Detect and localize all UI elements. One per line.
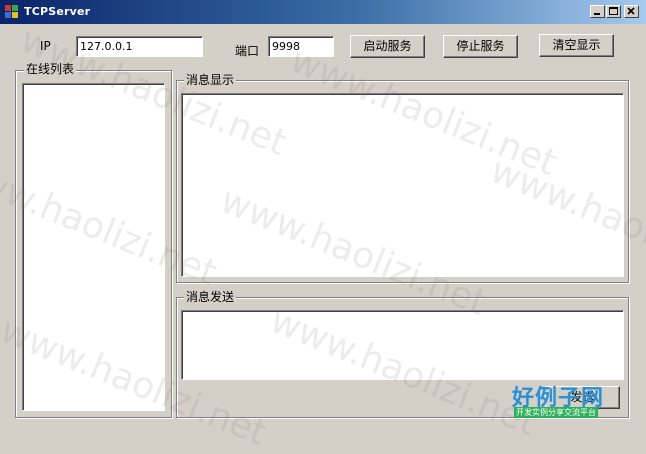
haolizi-logo: 好例子网 开发实例分享交流平台 <box>512 380 620 420</box>
close-button[interactable] <box>624 5 639 18</box>
message-display-legend: 消息显示 <box>184 73 237 87</box>
online-list-legend: 在线列表 <box>24 62 77 76</box>
message-send-legend: 消息发送 <box>184 290 237 304</box>
minimize-icon <box>594 13 600 15</box>
logo-subtitle: 开发实例分享交流平台 <box>514 407 598 418</box>
clear-display-button[interactable]: 清空显示 <box>539 34 614 57</box>
app-icon <box>5 5 18 18</box>
title-bar: TCPServer <box>0 0 646 24</box>
message-send-input[interactable] <box>181 310 624 380</box>
window-title: TCPServer <box>24 5 91 18</box>
online-list-box[interactable] <box>22 83 165 411</box>
port-input[interactable] <box>268 36 334 57</box>
close-icon <box>627 7 635 15</box>
ip-label: IP <box>40 39 51 53</box>
minimize-button[interactable] <box>590 5 605 18</box>
stop-service-button[interactable]: 停止服务 <box>443 35 518 58</box>
start-service-button[interactable]: 启动服务 <box>350 35 425 58</box>
maximize-button[interactable] <box>606 5 621 18</box>
port-label: 端口 <box>235 44 260 58</box>
maximize-icon <box>609 7 618 15</box>
ip-input[interactable] <box>76 36 203 57</box>
message-display-box[interactable] <box>181 93 624 277</box>
